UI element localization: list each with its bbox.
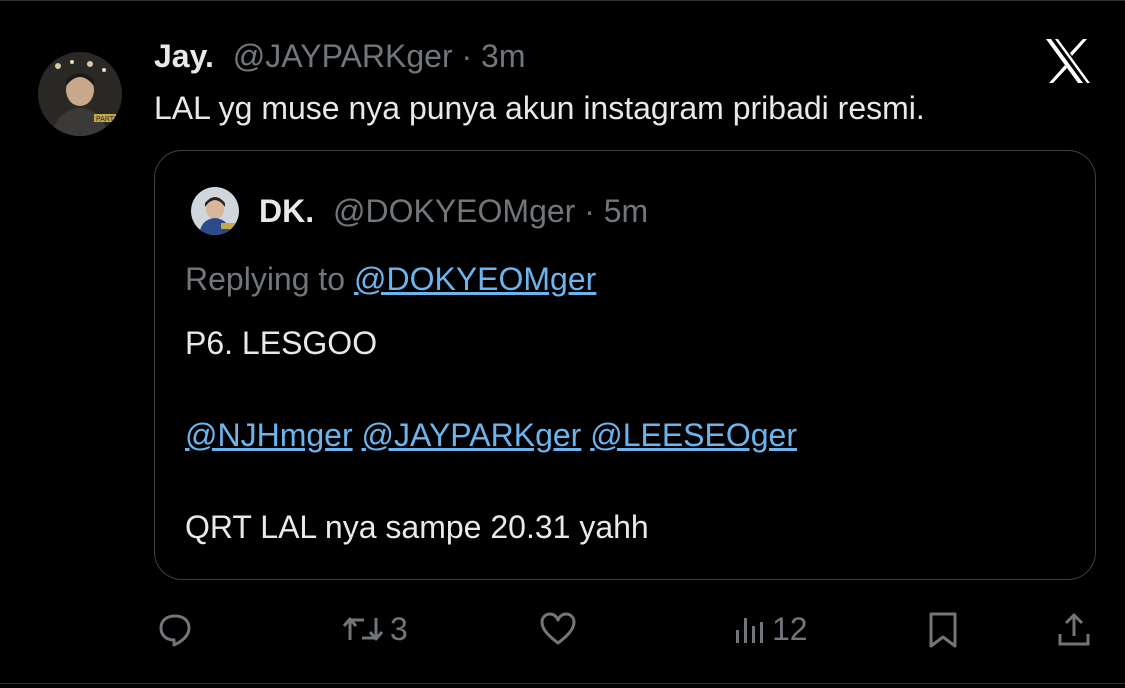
author-handle[interactable]: @JAYPARKger bbox=[233, 38, 453, 74]
retweet-button[interactable]: 3 bbox=[340, 610, 408, 648]
quoted-time[interactable]: 5m bbox=[604, 193, 648, 229]
tweet-text: LAL yg muse nya punya akun instagram pri… bbox=[154, 90, 925, 126]
mention-link[interactable]: @JAYPARKger bbox=[362, 417, 582, 453]
time-separator: · bbox=[461, 38, 473, 74]
views-count: 12 bbox=[772, 611, 808, 647]
bookmark-icon bbox=[929, 612, 957, 648]
mentions-line: @NJHmger @JAYPARKger @LEESEOger bbox=[185, 415, 797, 455]
quoted-tweet[interactable]: DK. @DOKYEOMger · 5m Replying to @DOKYEO… bbox=[154, 150, 1096, 580]
svg-text:PARTY: PARTY bbox=[96, 116, 119, 123]
quoted-author-handle[interactable]: @DOKYEOMger bbox=[333, 193, 575, 229]
tweet-header: Jay. @JAYPARKger · 3m bbox=[154, 36, 526, 76]
reply-button[interactable] bbox=[156, 610, 194, 648]
x-logo-icon bbox=[1043, 36, 1093, 86]
views-icon bbox=[736, 618, 763, 643]
heart-icon bbox=[540, 612, 576, 645]
quoted-author-name[interactable]: DK. bbox=[259, 193, 314, 229]
quoted-author-avatar[interactable] bbox=[191, 187, 239, 235]
mention-link[interactable]: @NJHmger bbox=[185, 417, 353, 453]
replying-prefix: Replying to bbox=[185, 261, 346, 297]
quoted-header: DK. @DOKYEOMger · 5m bbox=[259, 191, 648, 231]
share-button[interactable] bbox=[1055, 610, 1093, 650]
tweet-time[interactable]: 3m bbox=[481, 38, 525, 74]
action-bar: 3 12 bbox=[0, 600, 1125, 660]
quoted-text-line3: QRT LAL nya sampe 20.31 yahh bbox=[185, 509, 649, 545]
retweet-icon bbox=[342, 617, 384, 641]
retweet-count: 3 bbox=[390, 611, 408, 647]
bottom-divider bbox=[0, 683, 1125, 684]
replying-to: Replying to @DOKYEOMger bbox=[185, 259, 596, 299]
like-button[interactable] bbox=[538, 610, 578, 648]
quoted-text-line1: P6. LESGOO bbox=[185, 325, 378, 361]
author-avatar[interactable]: PARTY bbox=[38, 52, 122, 136]
bookmark-button[interactable] bbox=[925, 610, 961, 650]
quoted-time-separator: · bbox=[584, 193, 595, 229]
views-button[interactable]: 12 bbox=[732, 610, 808, 648]
author-name[interactable]: Jay. bbox=[154, 38, 214, 74]
mention-link[interactable]: @LEESEOger bbox=[590, 417, 797, 453]
reply-icon bbox=[159, 614, 191, 647]
top-divider bbox=[0, 0, 1125, 1]
share-icon bbox=[1058, 613, 1090, 646]
replying-handle-link[interactable]: @DOKYEOMger bbox=[354, 261, 596, 297]
